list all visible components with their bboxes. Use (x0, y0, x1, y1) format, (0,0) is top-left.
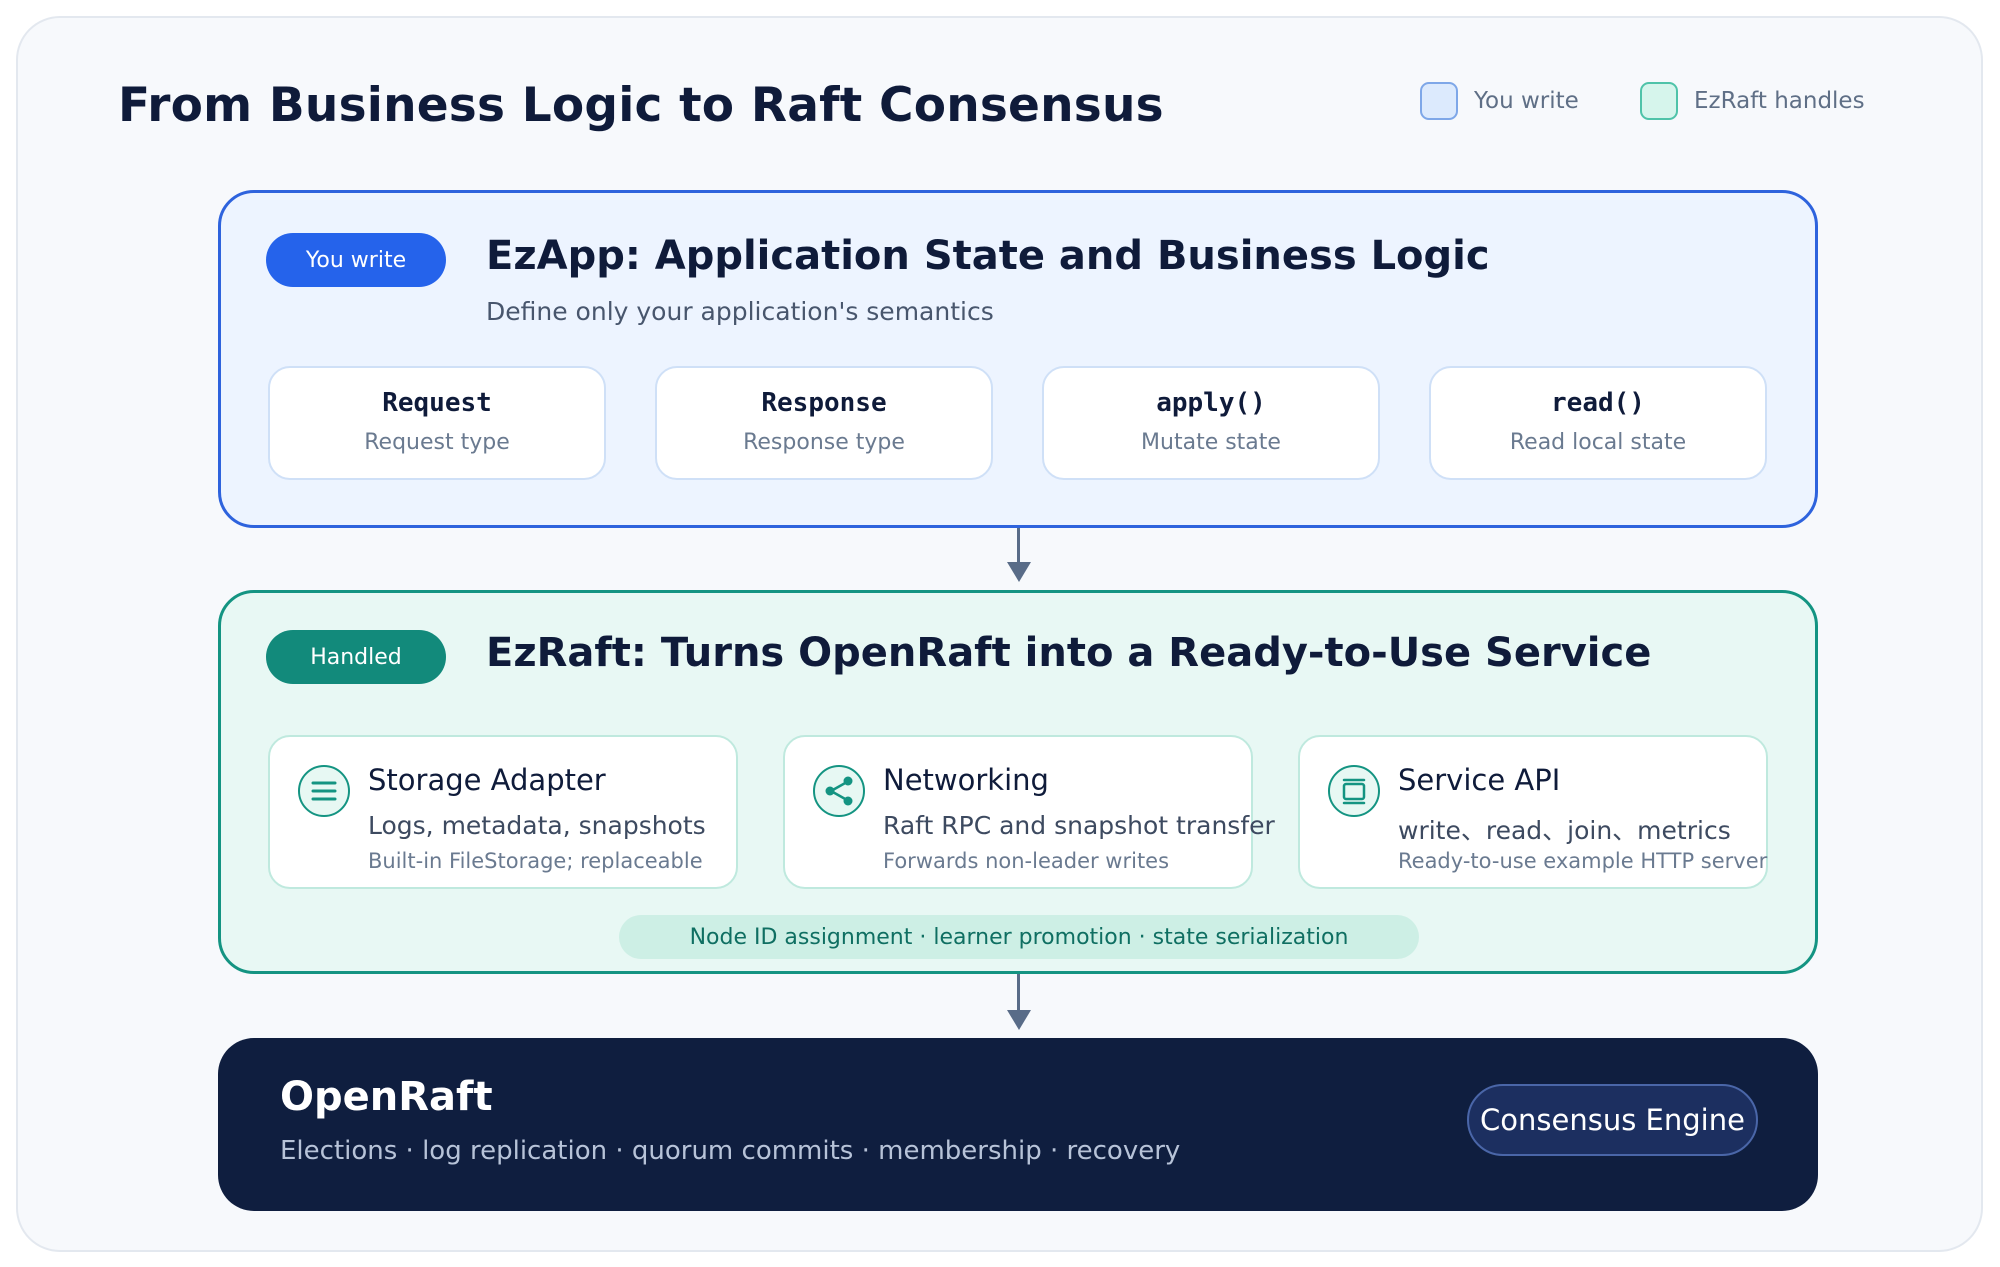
share-icon (813, 765, 865, 817)
card-note: Ready-to-use example HTTP server (1398, 849, 1768, 873)
consensus-engine-badge: Consensus Engine (1467, 1084, 1758, 1156)
diagram-frame: From Business Logic to Raft Consensus Yo… (16, 16, 1983, 1252)
ezraft-title: EzRaft: Turns OpenRaft into a Ready-to-U… (486, 630, 1652, 676)
you-write-pill: You write (266, 233, 446, 287)
ezapp-panel: You write EzApp: Application State and B… (218, 190, 1818, 528)
legend-label: EzRaft handles (1694, 88, 1865, 114)
ezraft-features-ribbon: Node ID assignment · learner promotion ·… (619, 915, 1419, 959)
card-desc: Mutate state (1141, 430, 1281, 455)
monitor-icon (1328, 765, 1380, 817)
card-desc: Request type (364, 430, 510, 455)
networking-card: Networking Raft RPC and snapshot transfe… (783, 735, 1275, 889)
legend-swatch-blue (1420, 82, 1458, 120)
service-api-card: Service API write、read、join、metrics Read… (1298, 735, 1768, 889)
connector-line (1017, 974, 1020, 1012)
list-icon (298, 765, 350, 817)
card-note: Forwards non-leader writes (883, 849, 1170, 873)
card-name: read() (1551, 388, 1645, 418)
ezraft-panel: Handled EzRaft: Turns OpenRaft into a Re… (218, 590, 1818, 974)
read-card: read() Read local state (1429, 366, 1767, 480)
openraft-title: OpenRaft (280, 1074, 493, 1120)
diagram-title: From Business Logic to Raft Consensus (118, 78, 1164, 133)
card-note: Built-in FileStorage; replaceable (368, 849, 703, 873)
openraft-panel: OpenRaft Elections · log replication · q… (218, 1038, 1818, 1211)
legend-ezraft-handles: EzRaft handles (1640, 82, 1865, 120)
card-title: Storage Adapter (368, 763, 606, 797)
card-title: Service API (1398, 763, 1561, 797)
request-card: Request Request type (268, 366, 606, 480)
legend-you-write: You write (1420, 82, 1579, 120)
openraft-subtitle: Elections · log replication · quorum com… (280, 1136, 1181, 1166)
ezapp-title: EzApp: Application State and Business Lo… (486, 233, 1490, 279)
arrow-down-icon (1007, 1010, 1031, 1030)
card-name: Request (382, 388, 492, 418)
card-desc: Response type (743, 430, 905, 455)
handled-pill: Handled (266, 630, 446, 684)
card-desc: write、read、join、metrics (1398, 816, 1731, 845)
legend-label: You write (1474, 88, 1579, 114)
card-desc: Logs, metadata, snapshots (368, 811, 706, 840)
response-card: Response Response type (655, 366, 993, 480)
card-name: Response (761, 388, 887, 418)
storage-adapter-card: Storage Adapter Logs, metadata, snapshot… (268, 735, 738, 889)
card-desc: Read local state (1509, 430, 1687, 455)
connector-line (1017, 528, 1020, 564)
card-name: apply() (1156, 388, 1266, 418)
legend-swatch-teal (1640, 82, 1678, 120)
ezapp-subtitle: Define only your application's semantics (486, 297, 994, 326)
apply-card: apply() Mutate state (1042, 366, 1380, 480)
card-desc: Raft RPC and snapshot transfer (883, 811, 1275, 840)
arrow-down-icon (1007, 562, 1031, 582)
card-title: Networking (883, 763, 1049, 797)
